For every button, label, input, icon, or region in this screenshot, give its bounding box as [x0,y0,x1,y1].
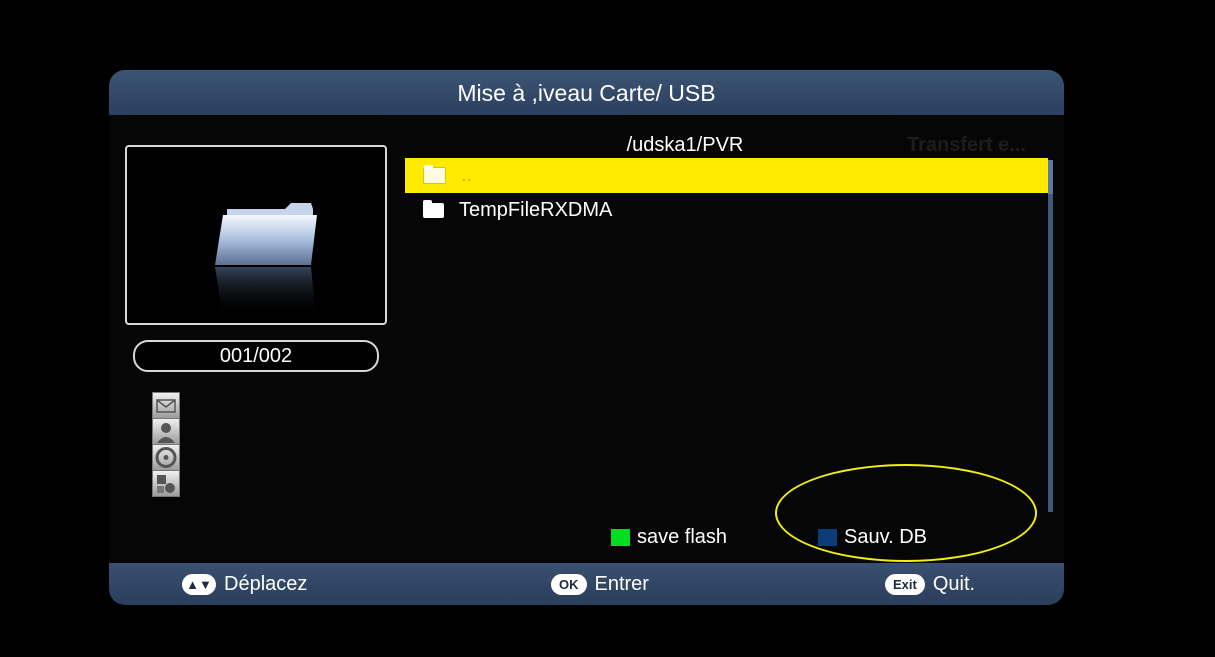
annotation-ellipse [775,464,1037,562]
folder-icon [423,165,446,184]
scrollbar-thumb[interactable] [1048,160,1053,194]
folder-icon [215,203,317,317]
current-path: /udska1/PVR [626,134,744,156]
footer-bar: ▲▼ Déplacez OK Entrer Exit Quit. [109,563,1064,605]
exit-key-icon: Exit [885,573,925,595]
window-title: Mise à ,iveau Carte/ USB [457,80,716,106]
mail-icon [152,392,180,419]
up-down-arrows-icon: ▲▼ [182,573,216,595]
footer-enter: OK Entrer [551,563,649,605]
file-list: .. TempFileRXDMA [405,158,1048,228]
file-row-parent[interactable]: .. [405,158,1048,193]
shapes-icon [152,470,180,497]
footer-exit-label: Quit. [932,572,976,595]
file-counter: 001/002 [133,340,379,372]
file-name: TempFileRXDMA [459,199,613,221]
screen-frame: Mise à ,iveau Carte/ USB 001/002 /udska1… [6,6,1209,651]
file-preview [125,145,387,325]
footer-exit: Exit Quit. [885,563,975,605]
file-name: .. [461,164,473,186]
footer-move: ▲▼ Déplacez [182,563,307,605]
folder-icon [423,200,444,218]
list-scrollbar[interactable] [1048,160,1053,512]
footer-move-label: Déplacez [224,572,308,595]
disc-icon [152,444,180,471]
green-key-swatch [611,529,630,546]
save-flash-label: save flash [637,526,728,548]
ok-key-icon: OK [551,573,587,595]
user-icon [152,418,180,445]
save-flash-action[interactable]: save flash [611,526,727,549]
file-row-tempfilerxdma[interactable]: TempFileRXDMA [405,193,1048,228]
footer-enter-label: Entrer [594,572,649,595]
title-bar: Mise à ,iveau Carte/ USB [109,70,1064,115]
transfer-overlay-text: Transfert e... [907,134,1026,156]
